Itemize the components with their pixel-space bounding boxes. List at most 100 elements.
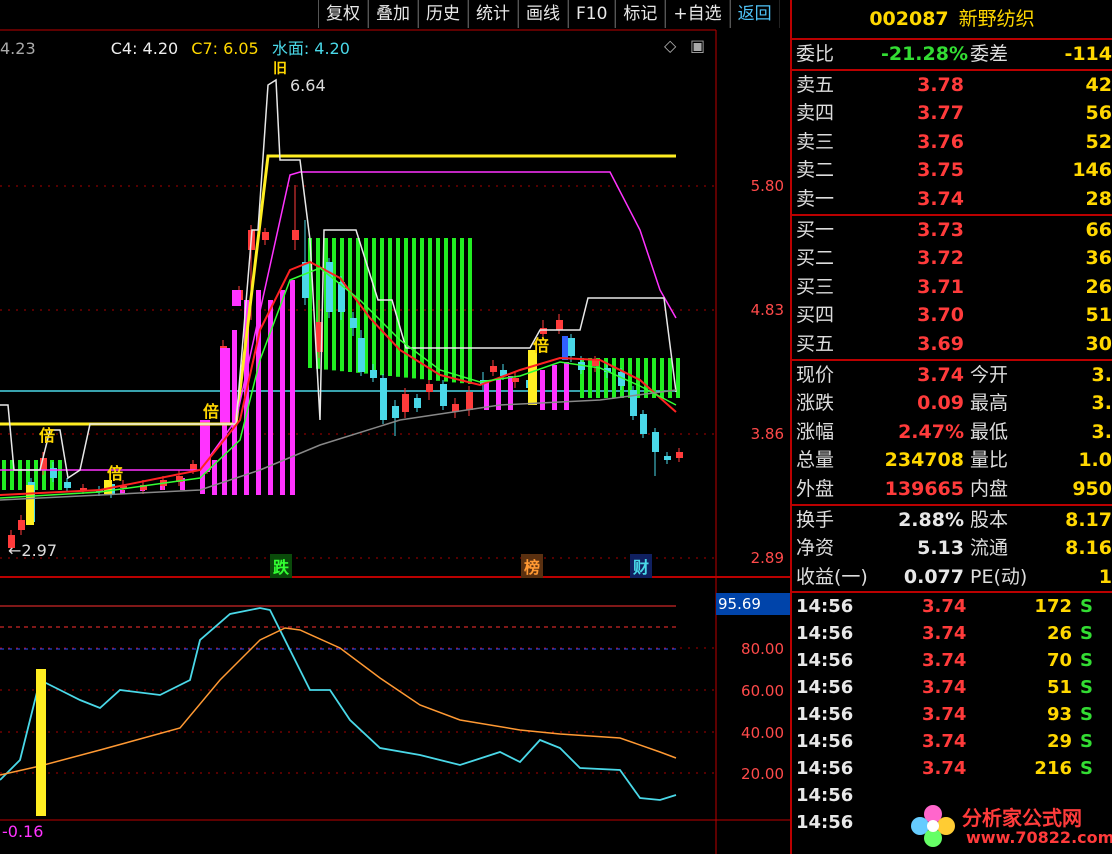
candle-body — [664, 456, 671, 460]
low-price-label: ←2.97 — [8, 541, 58, 560]
draw-line-button[interactable]: 画线 — [518, 0, 568, 28]
level-volume: 30 — [1085, 332, 1112, 355]
stat-label: 总量 — [796, 449, 835, 472]
level-price: 3.72 — [917, 247, 964, 270]
magenta-bar — [552, 365, 557, 410]
bei-tag: 倍 — [203, 402, 220, 421]
restore-rights-button[interactable]: 复权 — [318, 0, 368, 28]
candle-body — [262, 232, 269, 240]
tick-row[interactable]: 14:56 3.74 26 S — [792, 620, 1112, 647]
stat-label: 最低 — [970, 420, 1009, 443]
ask-row[interactable]: 卖四 3.77 56 — [792, 99, 1112, 128]
k-line — [0, 607, 677, 801]
level-label: 卖五 — [796, 73, 835, 96]
green-bar — [612, 358, 616, 398]
mark-button[interactable]: 标记 — [615, 0, 666, 28]
back-button[interactable]: 返回 — [729, 0, 780, 28]
stat-value: 950 — [1072, 477, 1112, 500]
candle-body — [512, 378, 519, 382]
tick-time: 14:56 — [796, 785, 854, 807]
green-bar — [428, 238, 432, 380]
stats-row: 总量 234708 量比 1.0 — [792, 446, 1112, 475]
candle-body — [440, 384, 447, 406]
tick-row[interactable]: 14:56 3.74 216 S — [792, 755, 1112, 782]
green-bar — [58, 460, 62, 490]
tick-side: S — [1080, 758, 1093, 780]
tick-price: 3.74 — [922, 677, 967, 699]
stat-label: 涨跌 — [796, 392, 835, 415]
stat-label: 最高 — [970, 392, 1009, 415]
add-watchlist-button[interactable]: +自选 — [665, 0, 730, 28]
stats-row: 涨幅 2.47% 最低 3. — [792, 418, 1112, 447]
level-label: 卖一 — [796, 187, 835, 210]
level-label: 买四 — [796, 304, 835, 327]
ask-row[interactable]: 卖五 3.78 42 — [792, 71, 1112, 100]
bei-tag: 倍 — [39, 426, 56, 445]
f10-button[interactable]: F10 — [568, 0, 616, 28]
indicator-left-value: 4.23 — [0, 39, 36, 58]
level-price: 3.75 — [917, 159, 964, 182]
tick-row[interactable]: 14:56 3.74 70 S — [792, 647, 1112, 674]
level-label: 买二 — [796, 247, 835, 270]
bid-list: 买一 3.73 66 买二 3.72 36 买三 3.71 26 买四 3.70 51 买五 3.69 30 — [792, 216, 1112, 359]
bid-row[interactable]: 买一 3.73 66 — [792, 216, 1112, 245]
level-price: 3.70 — [917, 304, 964, 327]
tick-volume: 26 — [1046, 623, 1072, 645]
level-label: 买五 — [796, 332, 835, 355]
order-ratio-value: -21.28% — [880, 43, 968, 65]
level-price: 3.76 — [917, 130, 964, 153]
candle-body — [556, 320, 563, 330]
tick-row[interactable]: 14:56 3.74 93 S — [792, 701, 1112, 728]
ask-row[interactable]: 卖三 3.76 52 — [792, 128, 1112, 157]
tick-row[interactable]: 14:56 3.74 172 S — [792, 593, 1112, 620]
green-bar — [668, 358, 672, 398]
tick-time: 14:56 — [796, 596, 854, 618]
green-bar — [396, 238, 400, 377]
tick-row[interactable]: 14:56 3.74 51 S — [792, 674, 1112, 701]
tick-time: 14:56 — [796, 731, 854, 753]
diamond-icon[interactable]: ◇ — [664, 36, 676, 55]
stat-value: 3. — [1091, 363, 1112, 386]
tick-price: 3.74 — [922, 650, 967, 672]
statistics-button[interactable]: 统计 — [468, 0, 518, 28]
window-icon[interactable]: ▣ — [690, 36, 705, 55]
yellow-candle — [26, 485, 34, 525]
kline-chart[interactable] — [0, 0, 790, 854]
tick-time: 14:56 — [796, 758, 854, 780]
history-button[interactable]: 历史 — [418, 0, 468, 28]
level-label: 买一 — [796, 218, 835, 241]
tick-row[interactable]: 14:56 3.74 29 S — [792, 728, 1112, 755]
level-volume: 146 — [1072, 159, 1112, 182]
level-volume: 36 — [1085, 247, 1112, 270]
order-diff-label: 委差 — [970, 43, 1009, 65]
overlay-button[interactable]: 叠加 — [368, 0, 418, 28]
candle-body — [380, 378, 387, 420]
sub-current-value: 95.69 — [716, 593, 790, 615]
blue-candle — [562, 336, 568, 360]
ask-row[interactable]: 卖二 3.75 146 — [792, 156, 1112, 185]
tick-time: 14:56 — [796, 650, 854, 672]
ask-row[interactable]: 卖一 3.74 28 — [792, 185, 1112, 214]
green-bar — [372, 238, 376, 375]
die-tag: 跌 — [270, 554, 293, 578]
tick-volume: 93 — [1046, 704, 1072, 726]
green-bar — [460, 238, 464, 384]
kline-chart-area[interactable]: 复权 叠加 历史 统计 画线 F10 标记 +自选 返回 4.23 C4: 4.… — [0, 0, 790, 854]
green-bar — [348, 238, 352, 372]
green-bar — [436, 238, 440, 381]
stat-value: 2.47% — [898, 420, 964, 443]
bid-row[interactable]: 买三 3.71 26 — [792, 273, 1112, 302]
stats-row: 涨跌 0.09 最高 3. — [792, 389, 1112, 418]
candle-body — [652, 432, 659, 452]
tick-list: 14:56 3.74 172 S 14:56 3.74 26 S 14:56 3.74 70 S 14:… — [792, 593, 1112, 836]
bid-row[interactable]: 买五 3.69 30 — [792, 330, 1112, 359]
sub-axis-label: 60.00 — [741, 682, 784, 700]
stat-value: 1.0 — [1078, 449, 1112, 472]
fundamentals-row: 换手 2.88% 股本 8.17 — [792, 506, 1112, 535]
tick-side: S — [1080, 623, 1093, 645]
indicator-water: 水面: 4.20 — [271, 39, 350, 58]
bid-row[interactable]: 买二 3.72 36 — [792, 244, 1112, 273]
candle-body — [630, 390, 637, 416]
tick-side: S — [1080, 596, 1093, 618]
bid-row[interactable]: 买四 3.70 51 — [792, 301, 1112, 330]
